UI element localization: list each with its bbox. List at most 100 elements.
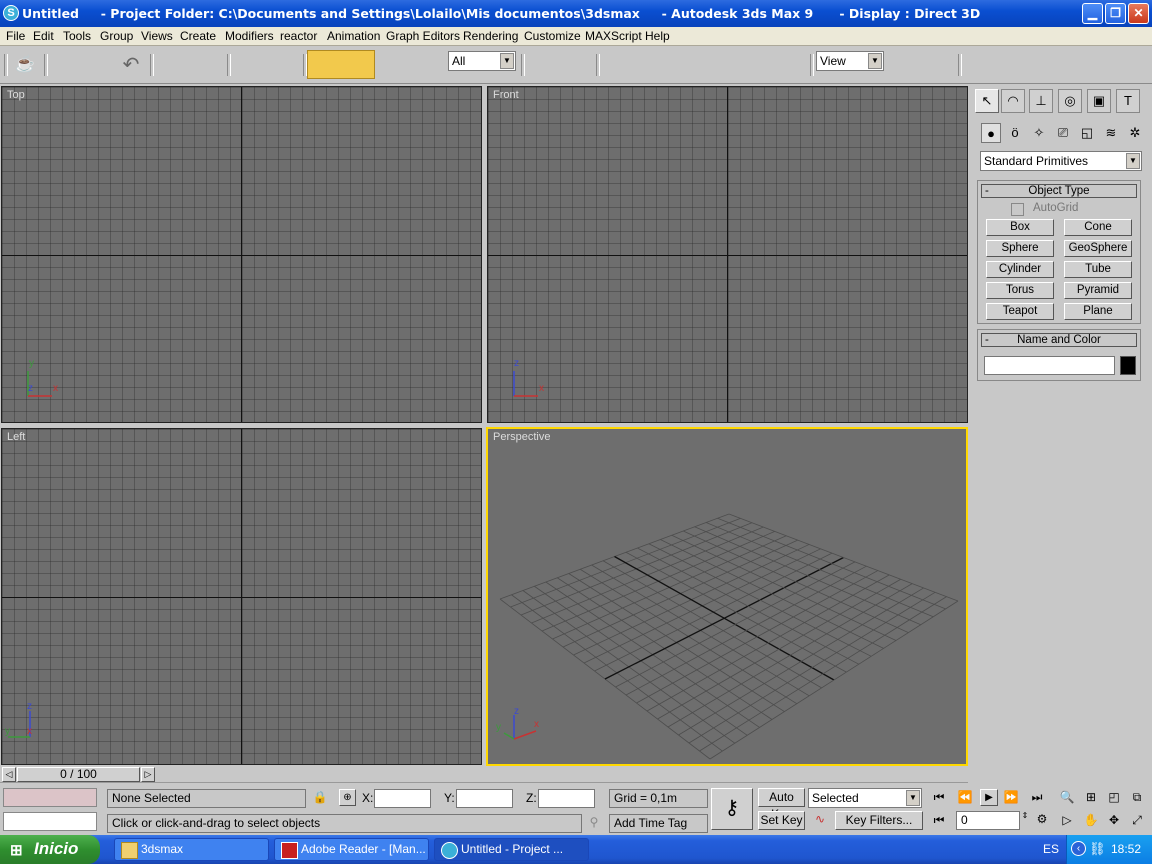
orbit-icon[interactable]: ✥ (1105, 813, 1123, 827)
menu-views[interactable]: Views (141, 28, 173, 44)
key-mode-toggle-icon[interactable]: ⏮ (930, 813, 948, 828)
lock-icon[interactable]: 🔒 (312, 790, 328, 806)
zoom-icon[interactable]: 🔍 (1058, 790, 1076, 804)
shapes-icon[interactable]: ö (1005, 123, 1025, 143)
viewport-label[interactable]: Left (7, 431, 25, 443)
key-filters-button[interactable]: Key Filters... (835, 811, 923, 830)
highlighted-toolbar-slot[interactable] (307, 50, 375, 79)
teapot-icon[interactable]: ☕ (12, 54, 38, 76)
key-mode-dropdown[interactable]: Selected ▼ (808, 788, 922, 808)
menu-graph-editors[interactable]: Graph Editors (386, 28, 460, 44)
menu-help[interactable]: Help (645, 28, 670, 44)
key-icon[interactable]: ⚷ (711, 788, 753, 830)
modify-tab-icon[interactable]: ◠ (1001, 89, 1025, 113)
zoom-extents-all-icon[interactable]: ⧉ (1128, 790, 1146, 805)
selection-filter-dropdown[interactable]: All ▼ (448, 51, 516, 71)
collapse-icon[interactable]: - (985, 334, 989, 346)
close-button[interactable]: ✕ (1128, 3, 1149, 24)
taskbar-item-3dsmax-app[interactable]: Untitled - Project ... (434, 838, 589, 861)
geometry-icon[interactable]: ● (981, 123, 1001, 143)
menu-maxscript[interactable]: MAXScript (585, 28, 642, 44)
absolute-mode-icon[interactable]: ⊕ (339, 789, 356, 806)
frame-spinner-icon[interactable]: ⇕ (1020, 811, 1030, 820)
menu-create[interactable]: Create (180, 28, 216, 44)
app-icon[interactable]: S (3, 5, 19, 21)
current-frame-input[interactable]: 0 (956, 811, 1020, 830)
menu-customize[interactable]: Customize (524, 28, 581, 44)
taskbar-item-3dsmax-folder[interactable]: 3dsmax (114, 838, 269, 861)
minimize-button[interactable]: ▁ (1082, 3, 1103, 24)
lights-icon[interactable]: ✧ (1029, 123, 1049, 143)
time-slider-thumb[interactable]: 0 / 100 (17, 767, 140, 782)
sphere-button[interactable]: Sphere (986, 240, 1054, 257)
create-tab-icon[interactable]: ↖ (975, 89, 999, 113)
viewport-label[interactable]: Front (493, 89, 519, 101)
taskbar-item-adobe-reader[interactable]: Adobe Reader - [Man... (274, 838, 429, 861)
motion-tab-icon[interactable]: ◎ (1058, 89, 1082, 113)
next-frame-icon[interactable]: ⏩ (1002, 790, 1020, 804)
object-type-header[interactable]: - Object Type (981, 184, 1137, 198)
y-coordinate-input[interactable] (456, 789, 513, 808)
box-button[interactable]: Box (986, 219, 1054, 236)
menu-edit[interactable]: Edit (33, 28, 54, 44)
object-name-input[interactable] (984, 356, 1115, 375)
helpers-icon[interactable]: ◱ (1077, 123, 1097, 143)
hierarchy-tab-icon[interactable]: ⊥ (1029, 89, 1053, 113)
start-button[interactable]: ⊞ Inicio (0, 835, 100, 864)
maxscript-input-mini[interactable] (3, 812, 97, 831)
menu-group[interactable]: Group (100, 28, 133, 44)
chevron-right-icon[interactable]: ▷ (141, 767, 155, 782)
previous-frame-icon[interactable]: ⏪ (956, 790, 974, 804)
teapot-button[interactable]: Teapot (986, 303, 1054, 320)
space-warps-icon[interactable]: ≋ (1101, 123, 1121, 143)
x-coordinate-input[interactable] (374, 789, 431, 808)
go-to-end-icon[interactable]: ⏭ (1028, 790, 1046, 805)
chevron-down-icon[interactable]: ▼ (500, 53, 514, 69)
viewport-top[interactable]: Top y z x (1, 86, 482, 423)
viewport-front[interactable]: Front z x (487, 86, 968, 423)
pan-hand-icon[interactable]: ✋ (1082, 813, 1100, 827)
z-coordinate-input[interactable] (538, 789, 595, 808)
display-tab-icon[interactable]: ▣ (1087, 89, 1111, 113)
chevron-down-icon[interactable]: ▼ (1126, 153, 1140, 169)
menu-reactor[interactable]: reactor (280, 28, 317, 44)
zoom-all-icon[interactable]: ⊞ (1082, 790, 1100, 804)
name-and-color-header[interactable]: - Name and Color (981, 333, 1137, 347)
set-key-button[interactable]: Set Key (758, 811, 805, 830)
object-color-swatch[interactable] (1120, 356, 1136, 375)
menu-modifiers[interactable]: Modifiers (225, 28, 274, 44)
time-config-icon[interactable]: ⚙ (1034, 812, 1050, 826)
viewport-label[interactable]: Top (7, 89, 25, 101)
systems-icon[interactable]: ✲ (1125, 123, 1145, 143)
maximize-button[interactable]: ❐ (1105, 3, 1126, 24)
reference-coord-dropdown[interactable]: View ▼ (816, 51, 884, 71)
language-indicator[interactable]: ES (1043, 842, 1059, 856)
play-icon[interactable]: ▶ (980, 789, 998, 806)
viewport-perspective[interactable]: Perspective z x y (486, 427, 968, 766)
cylinder-button[interactable]: Cylinder (986, 261, 1054, 278)
undo-icon[interactable]: ↶ (118, 52, 144, 76)
field-of-view-icon[interactable]: ▷ (1058, 813, 1076, 827)
viewport-left[interactable]: Left z y x (1, 428, 482, 765)
autogrid-checkbox[interactable] (1011, 203, 1024, 216)
go-to-start-icon[interactable]: ⏮ (930, 790, 948, 805)
tube-button[interactable]: Tube (1064, 261, 1132, 278)
curve-editor-icon[interactable]: ∿ (810, 812, 830, 826)
menu-file[interactable]: File (6, 28, 25, 44)
pyramid-button[interactable]: Pyramid (1064, 282, 1132, 299)
utilities-tab-icon[interactable]: T (1116, 89, 1140, 113)
maximize-viewport-icon[interactable]: ⤢ (1128, 813, 1146, 828)
chevron-down-icon[interactable]: ▼ (906, 790, 920, 806)
cameras-icon[interactable]: ⎚ (1053, 123, 1073, 143)
chevron-left-icon[interactable]: ‹ (1071, 841, 1086, 856)
add-time-tag[interactable]: Add Time Tag (609, 814, 708, 833)
zoom-extents-icon[interactable]: ◰ (1105, 790, 1123, 804)
network-icon[interactable]: ⛓ (1089, 841, 1106, 857)
geosphere-button[interactable]: GeoSphere (1064, 240, 1132, 257)
menu-tools[interactable]: Tools (63, 28, 91, 44)
cone-button[interactable]: Cone (1064, 219, 1132, 236)
maxscript-listener-mini[interactable] (3, 788, 97, 807)
torus-button[interactable]: Torus (986, 282, 1054, 299)
chevron-down-icon[interactable]: ▼ (868, 53, 882, 69)
auto-key-button[interactable]: Auto Key (758, 788, 805, 821)
